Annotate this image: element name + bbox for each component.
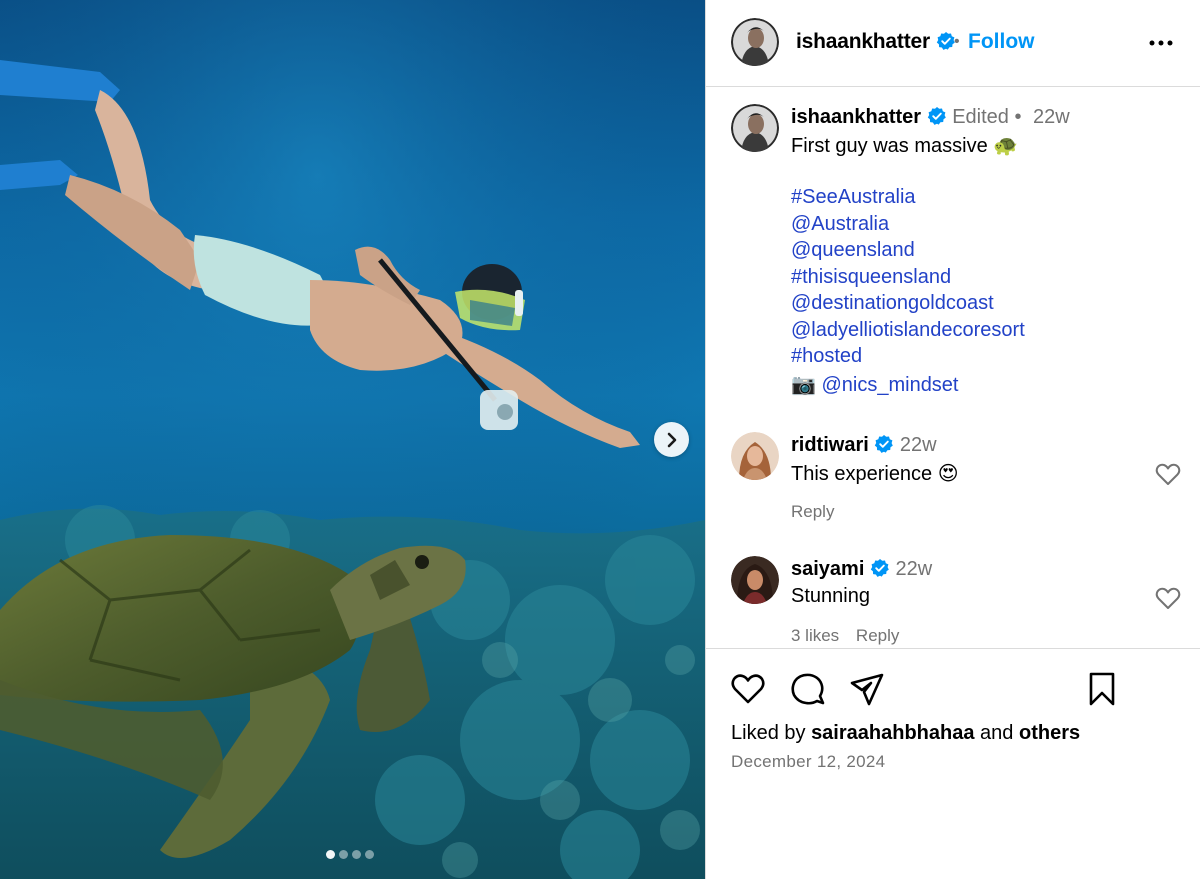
comment-button[interactable]	[790, 671, 826, 707]
edited-label: Edited	[952, 106, 1009, 128]
comment-likes-count[interactable]: 3 likes	[791, 626, 839, 645]
heart-icon	[1155, 587, 1181, 609]
camera-emoji: 📷	[791, 374, 816, 396]
post-date[interactable]: December 12, 2024	[731, 752, 885, 772]
liked-by-and: and	[980, 722, 1014, 744]
caption-time[interactable]: 22w	[1033, 106, 1070, 128]
comment-text: This experience 😍	[791, 461, 959, 486]
author-username[interactable]: ishaankhatter	[796, 30, 956, 54]
heart-icon	[731, 674, 765, 704]
carousel-dot	[365, 850, 374, 859]
avatar-image	[731, 432, 779, 480]
carousel-dot	[352, 850, 361, 859]
credit-link[interactable]: @nics_mindset	[821, 374, 958, 396]
avatar-image	[731, 18, 779, 66]
caption-meta: ishaankhatter Edited • 22w	[791, 106, 1070, 129]
underwater-photo	[0, 0, 705, 879]
liked-by-user[interactable]: sairaahahbhahaa	[811, 722, 974, 744]
next-photo-button[interactable]	[654, 422, 689, 457]
carousel-dot	[326, 850, 335, 859]
comment-time[interactable]: 22w	[896, 558, 933, 580]
post-actions: Liked by sairaahahbhahaa and others Dece…	[706, 648, 1200, 879]
reply-button[interactable]: Reply	[791, 502, 834, 521]
verified-badge-icon	[936, 32, 955, 50]
comment-meta: saiyami 22w	[791, 558, 932, 581]
caption-author-avatar[interactable]	[731, 104, 779, 152]
mention-link[interactable]: @destinationgoldcoast	[791, 292, 994, 315]
heart-eyes-emoji: 😍	[937, 463, 959, 485]
verified-badge-icon	[870, 559, 889, 577]
mention-link[interactable]: @ladyelliotislandecoresort	[791, 319, 1025, 342]
bookmark-icon	[1089, 672, 1115, 706]
more-options-button[interactable]	[1148, 31, 1174, 55]
more-options-icon	[1149, 40, 1173, 46]
photo-credit: 📷 @nics_mindset	[791, 372, 959, 397]
caption-text: First guy was massive 🐢	[791, 133, 1018, 158]
author-username-text[interactable]: ishaankhatter	[796, 30, 930, 53]
likes-summary: Liked by sairaahahbhahaa and others	[731, 722, 1080, 745]
header-separator: •	[954, 33, 960, 50]
comment-meta: ridtiwari 22w	[791, 434, 937, 457]
turtle-emoji: 🐢	[993, 135, 1019, 157]
author-avatar[interactable]	[731, 18, 779, 66]
hashtag-link[interactable]: #hosted	[791, 345, 862, 368]
save-button[interactable]	[1084, 671, 1120, 707]
post-header: ishaankhatter • Follow	[706, 0, 1200, 87]
share-icon	[850, 673, 884, 706]
chevron-right-icon	[667, 432, 676, 447]
comment-actions: Reply	[791, 502, 846, 522]
post-media[interactable]	[0, 0, 705, 879]
avatar-image	[731, 104, 779, 152]
comment-text: Stunning	[791, 585, 870, 607]
like-comment-button[interactable]	[1155, 462, 1181, 486]
mention-link[interactable]: @queensland	[791, 239, 915, 262]
verified-badge-icon	[875, 435, 894, 453]
caption-username[interactable]: ishaankhatter	[791, 106, 921, 128]
comment-body: This experience	[791, 463, 933, 485]
commenter-avatar[interactable]	[731, 556, 779, 604]
hashtag-link[interactable]: #thisisqueensland	[791, 266, 951, 289]
hashtag-link[interactable]: #SeeAustralia	[791, 186, 916, 209]
meta-separator: •	[1014, 106, 1022, 128]
commenter-username[interactable]: saiyami	[791, 558, 864, 580]
carousel-dot	[339, 850, 348, 859]
commenter-username[interactable]: ridtiwari	[791, 434, 869, 456]
commenter-avatar[interactable]	[731, 432, 779, 480]
post-details-panel: ishaankhatter • Follow ishaankhatter Edi…	[705, 0, 1200, 879]
avatar-image	[731, 556, 779, 604]
reply-button[interactable]: Reply	[856, 626, 899, 645]
carousel-indicator	[326, 850, 374, 859]
verified-badge-icon	[927, 107, 946, 125]
liked-by-prefix: Liked by	[731, 722, 806, 744]
follow-button[interactable]: Follow	[968, 30, 1035, 54]
caption-body: First guy was massive	[791, 135, 988, 157]
like-button[interactable]	[730, 671, 766, 707]
comment-icon	[791, 673, 825, 705]
mention-link[interactable]: @Australia	[791, 213, 889, 236]
comment-actions: 3 likes Reply	[791, 626, 911, 646]
like-comment-button[interactable]	[1155, 586, 1181, 610]
share-button[interactable]	[849, 671, 885, 707]
comment-time[interactable]: 22w	[900, 434, 937, 456]
liked-by-others[interactable]: others	[1019, 722, 1080, 744]
heart-icon	[1155, 463, 1181, 485]
comments-section: ishaankhatter Edited • 22w First guy was…	[706, 88, 1200, 648]
